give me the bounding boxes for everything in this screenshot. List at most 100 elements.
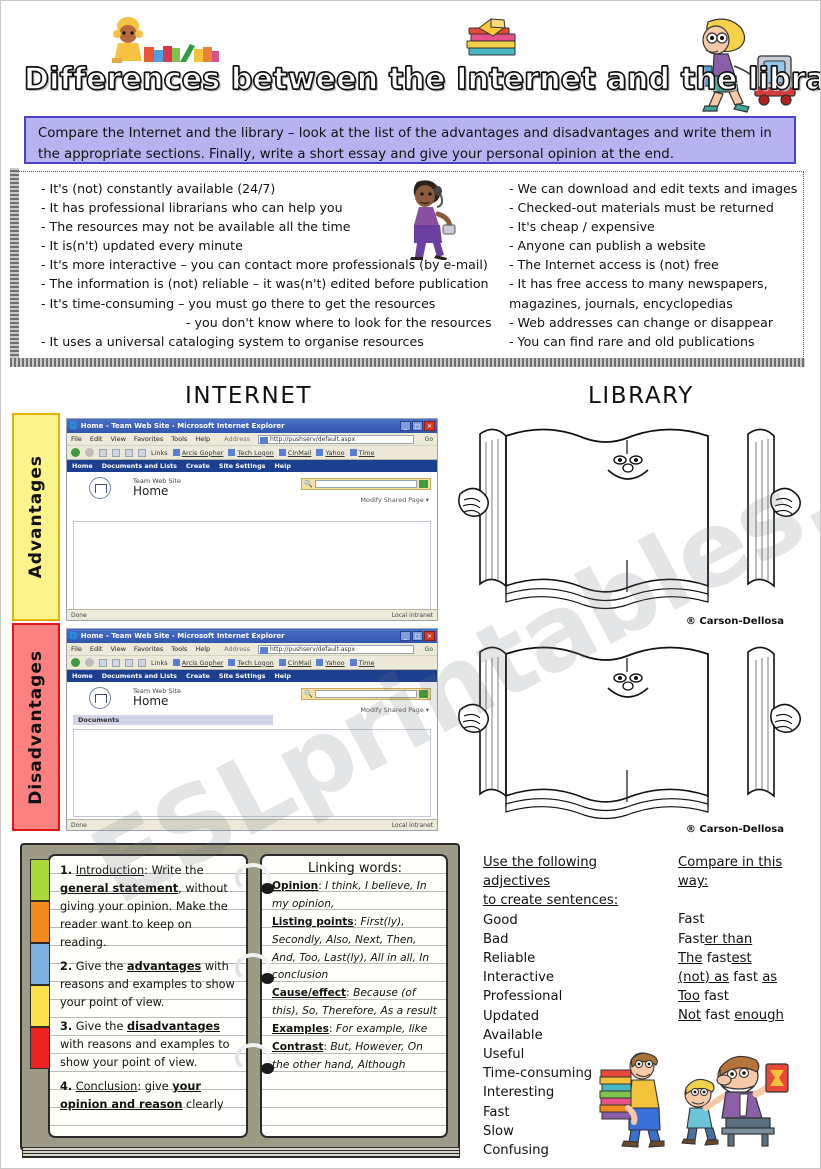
close-button[interactable]: ✕ (424, 421, 435, 431)
toolbar-link[interactable]: Yahoo (316, 659, 345, 667)
list-item: - It uses a universal cataloging system … (41, 333, 424, 349)
nav-create[interactable]: Create (186, 672, 210, 680)
binder-ring (235, 1043, 274, 1074)
binder-ring (235, 953, 274, 984)
site-search-input[interactable] (314, 690, 417, 698)
linking-colon: : (353, 915, 361, 928)
nav-home[interactable]: Home (72, 672, 93, 680)
toolbar-link[interactable]: Arcis Gopher (172, 449, 223, 457)
woman-on-phone-clipart (410, 180, 456, 260)
menu-help[interactable]: Help (195, 435, 210, 443)
menu-file[interactable]: File (71, 645, 82, 653)
menu-edit[interactable]: Edit (90, 435, 103, 443)
home-icon[interactable] (125, 448, 133, 457)
toolbar-link[interactable]: Arcis Gopher (172, 659, 223, 667)
menu-help[interactable]: Help (195, 645, 210, 653)
disadvantages-label-strip: Disadvantages (12, 623, 60, 831)
refresh-icon[interactable] (112, 448, 120, 457)
site-search-input[interactable] (314, 480, 417, 488)
list-item: Confusing (483, 1143, 549, 1159)
step-bold: advantages (127, 960, 202, 973)
site-search-box[interactable]: 🔍 (301, 478, 431, 490)
menu-view[interactable]: View (110, 645, 125, 653)
stop-icon[interactable] (99, 448, 107, 457)
menu-edit[interactable]: Edit (90, 645, 103, 653)
site-search-go-icon[interactable] (419, 480, 428, 488)
step-number: 1. (60, 864, 73, 877)
step-text-a: Give the (75, 960, 127, 973)
forward-icon[interactable] (85, 448, 94, 457)
toolbar-link[interactable]: CinMail (278, 659, 311, 667)
essay-steps-text: 1. Introduction: Write the general state… (50, 856, 246, 1114)
menu-view[interactable]: View (110, 435, 125, 443)
modify-shared-page-link[interactable]: Modify Shared Page ▾ (361, 706, 429, 714)
notebook-page-steps: 1. Introduction: Write the general state… (48, 854, 248, 1138)
list-item: - You can find rare and old publications (509, 333, 755, 349)
documents-section-header: Documents (73, 715, 273, 725)
toolbar-link[interactable]: Tech Logon (228, 449, 274, 457)
adjectives-heading-line1: Use the following adjectives (483, 855, 597, 890)
step-bold: general statement (60, 882, 179, 895)
step-bold: disadvantages (127, 1020, 220, 1033)
address-input[interactable]: http://pushserv/default.aspx (258, 644, 414, 654)
browser-screenshot-advantages: 🌐 Home - Team Web Site - Microsoft Inter… (66, 418, 438, 621)
step-text-a: : give (137, 1080, 173, 1093)
toolbar-link[interactable]: Time (349, 449, 375, 457)
modify-shared-page-link[interactable]: Modify Shared Page ▾ (361, 496, 429, 504)
stop-icon[interactable] (99, 658, 107, 667)
nav-site-settings[interactable]: Site Settings (219, 672, 266, 680)
toolbar-link[interactable]: Yahoo (316, 449, 345, 457)
site-nav-bar: Home Documents and Lists Create Site Set… (67, 670, 437, 682)
nav-help[interactable]: Help (274, 462, 290, 470)
menu-favorites[interactable]: Favorites (134, 645, 163, 653)
toolbar-link[interactable]: CinMail (278, 449, 311, 457)
minimize-button[interactable]: _ (400, 421, 411, 431)
menu-tools[interactable]: Tools (171, 435, 187, 443)
menu-file[interactable]: File (71, 435, 82, 443)
home-icon[interactable] (125, 658, 133, 667)
browser-menu-bar: File Edit View Favorites Tools Help Addr… (67, 643, 437, 656)
browser-screenshot-disadvantages: 🌐 Home - Team Web Site - Microsoft Inter… (66, 628, 438, 831)
refresh-icon[interactable] (112, 658, 120, 667)
back-icon[interactable] (71, 448, 80, 457)
toolbar-link[interactable]: Tech Logon (228, 659, 274, 667)
search-icon[interactable] (138, 658, 146, 667)
toolbar-link[interactable]: Time (349, 659, 375, 667)
site-search-box[interactable]: 🔍 (301, 688, 431, 700)
adjectives-list: Good Bad Reliable Interactive Profession… (483, 911, 668, 1161)
menu-favorites[interactable]: Favorites (134, 435, 163, 443)
go-button[interactable]: Go (425, 436, 433, 443)
list-item: - Anyone can publish a website (509, 238, 706, 254)
list-item: - Web addresses can change or disappear (509, 314, 774, 330)
page-title: Differences between the Internet and the… (23, 61, 821, 97)
maximize-button[interactable]: □ (412, 631, 423, 641)
back-icon[interactable] (71, 658, 80, 667)
linking-label: Examples (272, 1023, 329, 1036)
forward-icon[interactable] (85, 658, 94, 667)
list-item: Time-consuming (483, 1066, 593, 1082)
site-search-go-icon[interactable] (419, 690, 428, 698)
step-number: 2. (60, 960, 73, 973)
list-item: Too fast (678, 989, 729, 1005)
nav-create[interactable]: Create (186, 462, 210, 470)
nav-home[interactable]: Home (72, 462, 93, 470)
address-input[interactable]: http://pushserv/default.aspx (258, 434, 414, 444)
menu-tools[interactable]: Tools (171, 645, 187, 653)
instructions-box: Compare the Internet and the library – l… (24, 116, 796, 164)
step-3: 3. Give the disadvantages with reasons a… (60, 1018, 238, 1072)
minimize-button[interactable]: _ (400, 631, 411, 641)
go-button[interactable]: Go (425, 646, 433, 653)
notebook-illustration: 1. Introduction: Write the general state… (20, 843, 460, 1158)
nav-documents-and-lists[interactable]: Documents and Lists (102, 672, 177, 680)
maximize-button[interactable]: □ (412, 421, 423, 431)
board-list-right: - We can download and edit texts and ima… (509, 179, 801, 351)
nav-documents-and-lists[interactable]: Documents and Lists (102, 462, 177, 470)
nav-help[interactable]: Help (274, 672, 290, 680)
items-board: - It's (not) constantly available (24/7)… (10, 168, 805, 367)
links-label: Links (151, 448, 168, 457)
book-credit: ® Carson-Dellosa (685, 824, 784, 835)
close-button[interactable]: ✕ (424, 631, 435, 641)
step-number: 4. (60, 1080, 73, 1093)
search-icon[interactable] (138, 448, 146, 457)
nav-site-settings[interactable]: Site Settings (219, 462, 266, 470)
